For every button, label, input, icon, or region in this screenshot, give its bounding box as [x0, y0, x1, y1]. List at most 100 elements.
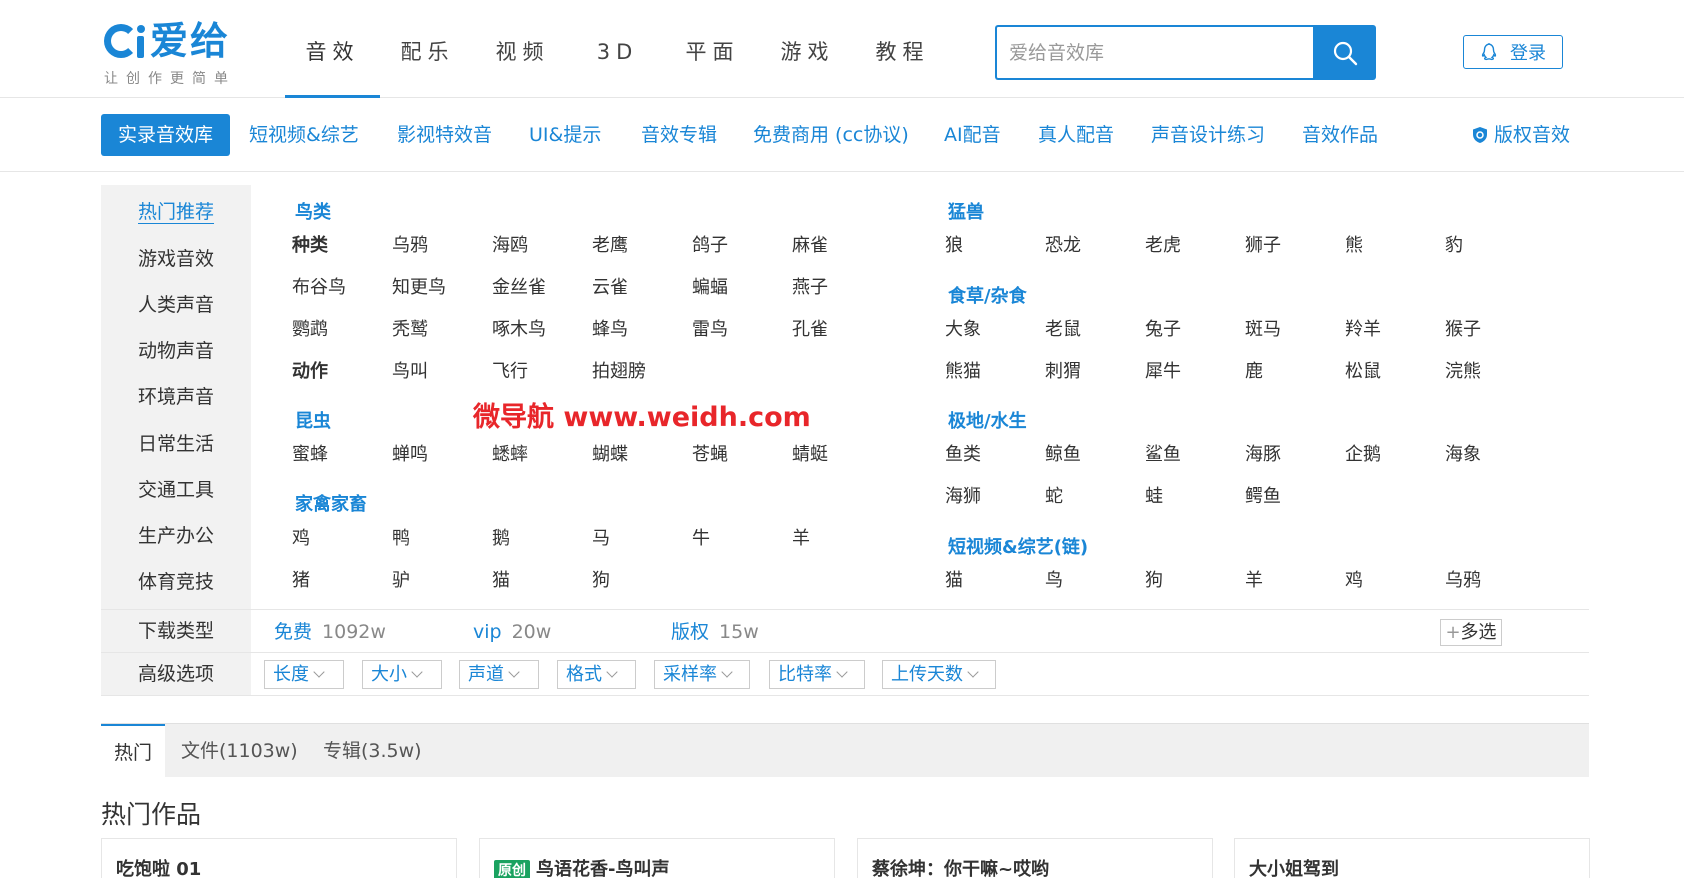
tag-item[interactable]: 浣熊 [1445, 357, 1481, 383]
tag-item[interactable]: 蝙蝠 [692, 273, 728, 299]
tag-item[interactable]: 松鼠 [1345, 357, 1381, 383]
tag-item[interactable]: 鹦鹉 [292, 315, 328, 341]
tag-item[interactable]: 乌鸦 [1445, 566, 1481, 592]
category-free-cc[interactable]: 免费商用 (cc协议) [753, 114, 909, 156]
tag-item[interactable]: 狼 [945, 231, 963, 257]
sidebar-item-environment[interactable]: 环境声音 [138, 382, 214, 409]
tag-item[interactable]: 蟋蟀 [492, 440, 528, 466]
filter-format-select[interactable]: 格式 [557, 660, 636, 689]
section-title-insects[interactable]: 昆虫 [295, 407, 331, 433]
download-option-vip[interactable]: vip 20w [473, 610, 551, 654]
category-works[interactable]: 音效作品 [1302, 114, 1378, 156]
tab-files[interactable]: 文件(1103w) [181, 724, 298, 778]
tag-item[interactable]: 啄木鸟 [492, 315, 546, 341]
tag-item[interactable]: 金丝雀 [492, 273, 546, 299]
tag-item[interactable]: 老虎 [1145, 231, 1181, 257]
tag-item[interactable]: 乌鸦 [392, 231, 428, 257]
tag-item[interactable]: 鳄鱼 [1245, 482, 1281, 508]
work-card[interactable]: 大小姐驾到 [1234, 838, 1590, 878]
tag-item[interactable]: 狮子 [1245, 231, 1281, 257]
work-card[interactable]: 原创 鸟语花香-鸟叫声 [479, 838, 835, 878]
tag-item[interactable]: 海狮 [945, 482, 981, 508]
tag-item[interactable]: 狗 [1145, 566, 1163, 592]
tag-item[interactable]: 布谷鸟 [292, 273, 346, 299]
tag-item[interactable]: 飞行 [492, 357, 528, 383]
sidebar-item-human[interactable]: 人类声音 [138, 290, 214, 317]
download-option-copyright[interactable]: 版权 15w [671, 610, 759, 654]
tag-item[interactable]: 羊 [1245, 566, 1263, 592]
tag-item[interactable]: 云雀 [592, 273, 628, 299]
tag-item[interactable]: 蜜蜂 [292, 440, 328, 466]
tag-item[interactable]: 驴 [392, 566, 410, 592]
tag-item[interactable]: 孔雀 [792, 315, 828, 341]
section-title-herbivores[interactable]: 食草/杂食 [948, 282, 1027, 308]
category-human-voice[interactable]: 真人配音 [1038, 114, 1114, 156]
tag-item[interactable]: 企鹅 [1345, 440, 1381, 466]
download-option-free[interactable]: 免费 1092w [274, 610, 386, 654]
tag-item[interactable]: 海鸥 [492, 231, 528, 257]
filter-bitrate-select[interactable]: 比特率 [769, 660, 865, 689]
section-title-aquatic[interactable]: 极地/水生 [948, 407, 1027, 433]
tag-item[interactable]: 蛇 [1045, 482, 1063, 508]
tag-item[interactable]: 鹅 [492, 524, 510, 550]
tag-item[interactable]: 苍蝇 [692, 440, 728, 466]
nav-item-tutorial[interactable]: 教程 [855, 0, 950, 98]
category-ui-tips[interactable]: UI&提示 [529, 114, 601, 156]
tag-item[interactable]: 刺猬 [1045, 357, 1081, 383]
tag-item[interactable]: 恐龙 [1045, 231, 1081, 257]
nav-item-music[interactable]: 配乐 [380, 0, 475, 98]
tag-item[interactable]: 鸡 [1345, 566, 1363, 592]
work-card[interactable]: 蔡徐坤：你干嘛~哎哟 [857, 838, 1213, 878]
filter-samplerate-select[interactable]: 采样率 [654, 660, 750, 689]
search-button[interactable] [1313, 25, 1376, 80]
login-button[interactable]: 登录 [1463, 35, 1563, 69]
tag-item[interactable]: 猫 [492, 566, 510, 592]
tag-item[interactable]: 猪 [292, 566, 310, 592]
category-recorded[interactable]: 实录音效库 [101, 114, 231, 156]
category-albums[interactable]: 音效专辑 [641, 114, 717, 156]
filter-upload-days-select[interactable]: 上传天数 [882, 660, 996, 689]
tag-item[interactable]: 羊 [792, 524, 810, 550]
tag-item[interactable]: 鱼类 [945, 440, 981, 466]
sidebar-item-office[interactable]: 生产办公 [138, 521, 214, 548]
tag-item[interactable]: 鸡 [292, 524, 310, 550]
tag-item[interactable]: 麻雀 [792, 231, 828, 257]
tag-item[interactable]: 熊猫 [945, 357, 981, 383]
tag-item[interactable]: 斑马 [1245, 315, 1281, 341]
tag-item[interactable]: 狗 [592, 566, 610, 592]
nav-item-video[interactable]: 视频 [475, 0, 570, 98]
tag-item[interactable]: 鸟 [1045, 566, 1063, 592]
tag-item[interactable]: 秃鹫 [392, 315, 428, 341]
sidebar-item-animal[interactable]: 动物声音 [138, 336, 214, 363]
tag-item[interactable]: 豹 [1445, 231, 1463, 257]
sidebar-item-transport[interactable]: 交通工具 [138, 475, 214, 502]
nav-item-3d[interactable]: 3D [570, 0, 665, 98]
tag-item[interactable]: 猫 [945, 566, 963, 592]
tab-hot[interactable]: 热门 [101, 724, 165, 778]
multi-select-button[interactable]: +多选 [1440, 619, 1502, 646]
work-card[interactable]: 吃饱啦 01 [101, 838, 457, 878]
tag-item[interactable]: 兔子 [1145, 315, 1181, 341]
site-logo[interactable]: 爱给 让创作更简单 [104, 20, 254, 90]
tag-item[interactable]: 海豚 [1245, 440, 1281, 466]
sidebar-item-game[interactable]: 游戏音效 [138, 244, 214, 271]
category-film-fx[interactable]: 影视特效音 [397, 114, 492, 156]
tag-item[interactable]: 鸭 [392, 524, 410, 550]
tag-item[interactable]: 大象 [945, 315, 981, 341]
nav-item-sound[interactable]: 音效 [285, 0, 380, 98]
tag-item[interactable]: 蝴蝶 [592, 440, 628, 466]
tag-item[interactable]: 鹿 [1245, 357, 1263, 383]
category-shortvideo[interactable]: 短视频&综艺 [249, 114, 359, 156]
search-input[interactable] [995, 25, 1313, 80]
tag-item[interactable]: 蝉鸣 [392, 440, 428, 466]
filter-length-select[interactable]: 长度 [264, 660, 344, 689]
tag-item[interactable]: 猴子 [1445, 315, 1481, 341]
tag-item[interactable]: 鲨鱼 [1145, 440, 1181, 466]
category-ai-voice[interactable]: AI配音 [944, 114, 1001, 156]
section-title-shortvideo[interactable]: 短视频&综艺(链) [948, 533, 1088, 559]
tag-item[interactable]: 蛙 [1145, 482, 1163, 508]
tag-item[interactable]: 蜻蜓 [792, 440, 828, 466]
filter-channel-select[interactable]: 声道 [459, 660, 539, 689]
section-title-livestock[interactable]: 家禽家畜 [295, 490, 367, 516]
tag-item[interactable]: 羚羊 [1345, 315, 1381, 341]
